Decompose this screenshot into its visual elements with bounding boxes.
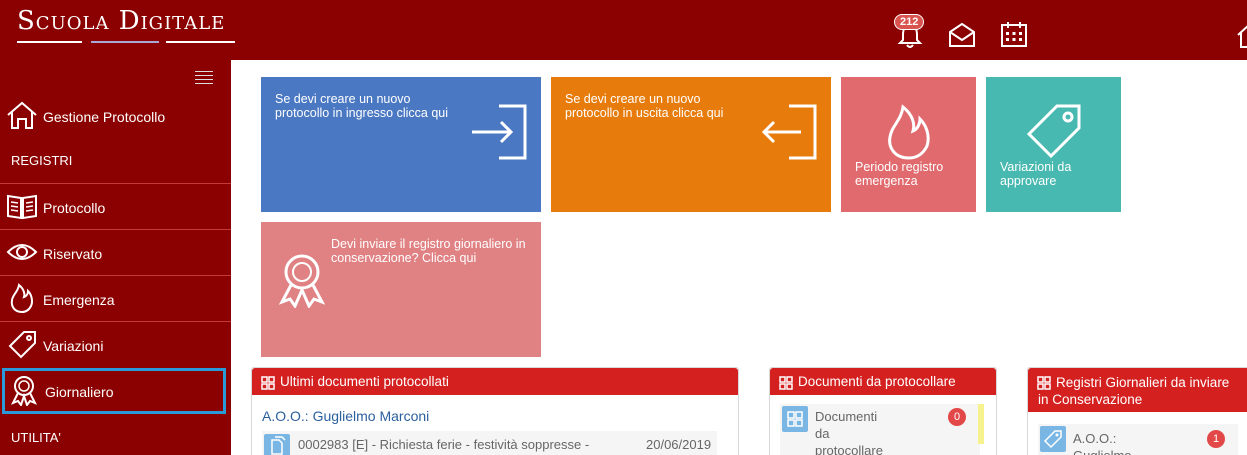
sidebar-item-protocollo[interactable]: Protocollo [0,183,231,229]
document-description: 0002983 [E] - Richiesta ferie - festivit… [298,437,590,452]
panel-header: Registri Giornalieri da inviare in Conse… [1028,368,1247,412]
menu-toggle-icon[interactable] [195,71,213,85]
top-bar: Scuola Digitale 212 [0,0,1247,60]
home-icon [7,101,37,129]
tile-protocollo-uscita[interactable]: Se devi creare un nuovo protocollo in us… [551,77,831,212]
count-badge: 1 [1207,430,1225,448]
panel-title-line2: in Conservazione [1038,392,1143,407]
sidebar-item-label: Giornaliero [45,384,114,400]
sidebar-item-riservato[interactable]: Riservato [0,229,231,275]
sidebar-item-label: Riservato [43,246,103,262]
sidebar-item-label: Variazioni [43,338,104,354]
grid-icon [782,406,808,432]
tile-text: Devi inviare il registro giornaliero in … [331,237,526,265]
calendar-icon[interactable] [999,20,1029,50]
document-icon [264,434,290,455]
document-row[interactable]: 0002983 [E] - Richiesta ferie - festivit… [262,431,717,455]
tag-icon [8,331,36,359]
panel-documenti-da-protocollare: Documenti da protocollare Documenti da p… [769,367,997,455]
main-content: Se devi creare un nuovo protocollo in in… [231,60,1247,455]
tile-text: Periodo registro emergenza [855,160,944,188]
grid-icon [779,376,793,390]
documenti-da-protocollare-item[interactable]: Documenti da protocollare 0 [780,404,984,455]
ribbon-icon [278,254,326,308]
item-label: Documenti da protocollare [815,409,883,455]
panel-header: Ultimi documenti protocollati [252,368,738,395]
sidebar-item-label: Protocollo [43,200,106,216]
count-badge: 0 [948,408,966,426]
status-indicator [978,404,984,444]
tile-protocollo-ingresso[interactable]: Se devi creare un nuovo protocollo in in… [261,77,541,212]
tile-registro-giornaliero[interactable]: Devi inviare il registro giornaliero in … [261,222,541,357]
tile-periodo-emergenza[interactable]: Periodo registro emergenza [841,77,976,212]
book-icon [7,194,37,220]
tile-text: Se devi creare un nuovo protocollo in in… [275,92,449,120]
registro-aoo-item[interactable]: A.O.O.: Guglielmo 1 [1038,424,1238,455]
notification-badge: 212 [894,14,925,30]
brand-logo[interactable]: Scuola Digitale [17,6,225,36]
tag-icon [1040,426,1066,452]
mail-icon[interactable] [947,20,977,50]
sign-in-icon [472,104,527,160]
sidebar-item-gestione-protocollo[interactable]: Gestione Protocollo [0,93,231,139]
tile-text: Se devi creare un nuovo protocollo in us… [565,92,724,120]
section-heading-utilita: UTILITA' [11,430,61,445]
document-date: 20/06/2019 [646,437,712,452]
sidebar: Gestione Protocollo REGISTRI Protocollo … [0,60,231,455]
panel-title: Registri Giornalieri da inviare [1056,375,1230,390]
item-label: A.O.O.: Guglielmo [1073,431,1132,455]
panel-registri-giornalieri: Registri Giornalieri da inviare in Conse… [1027,367,1247,455]
grid-icon [261,376,275,390]
tile-variazioni-approvare[interactable]: Variazioni da approvare [986,77,1121,212]
tag-icon [1026,104,1081,159]
eye-icon [6,244,38,260]
panel-header: Documenti da protocollare [770,368,996,395]
ribbon-icon [10,376,38,406]
flame-icon [888,104,930,160]
brand-underline [17,41,235,44]
sidebar-item-variazioni[interactable]: Variazioni [0,321,231,367]
section-heading-registri: REGISTRI [11,153,73,168]
panel-ultimi-documenti: Ultimi documenti protocollati A.O.O.: Gu… [251,367,739,455]
tile-text: Variazioni da approvare [1000,160,1072,188]
sidebar-item-label: Gestione Protocollo [43,109,166,125]
sidebar-item-giornaliero[interactable]: Giornaliero [2,368,226,414]
panel-title: Documenti da protocollare [798,374,956,389]
sign-out-icon [761,104,817,160]
sidebar-item-emergenza[interactable]: Emergenza [0,275,231,321]
home-icon[interactable] [1235,20,1247,50]
flame-icon [10,283,33,314]
grid-icon [1037,376,1051,390]
sidebar-item-label: Emergenza [43,292,115,308]
panel-title: Ultimi documenti protocollati [280,374,449,389]
aoo-link[interactable]: A.O.O.: Guglielmo Marconi [262,408,429,424]
